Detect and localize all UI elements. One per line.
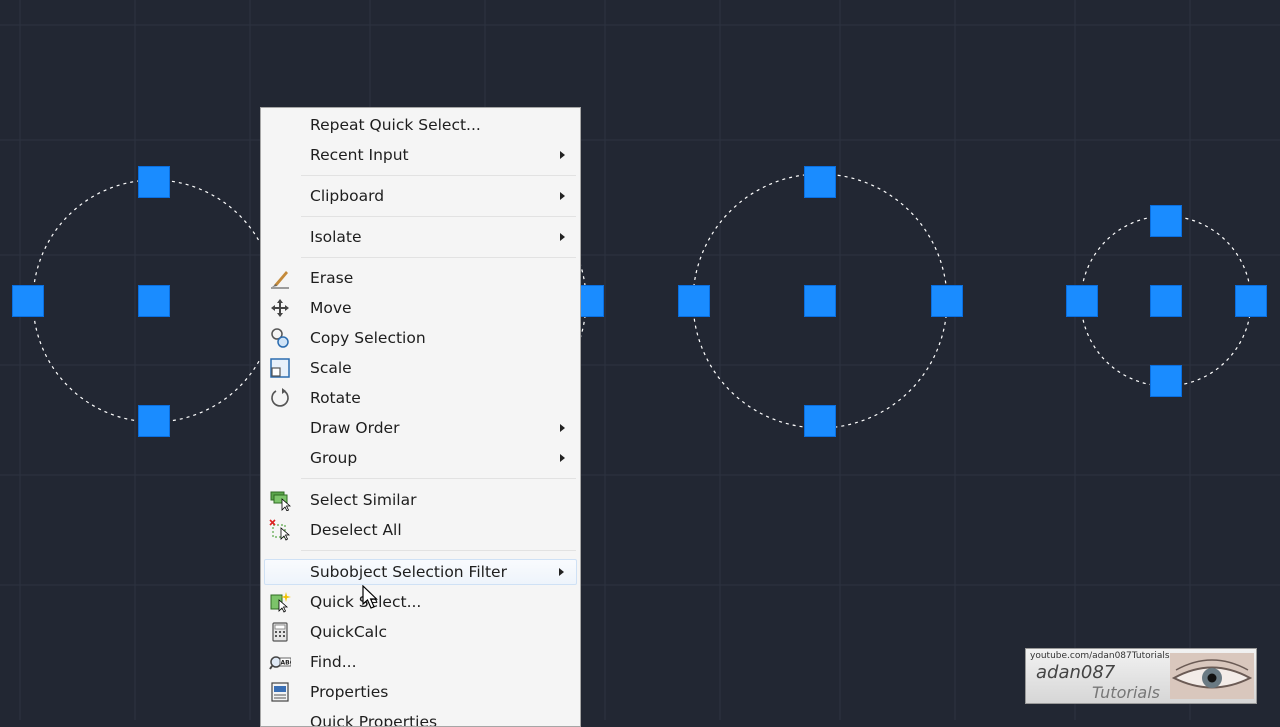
properties-icon: [269, 681, 291, 703]
submenu-arrow-icon: [560, 424, 565, 432]
menu-separator: [301, 257, 576, 258]
submenu-arrow-icon: [560, 192, 565, 200]
submenu-arrow-icon: [560, 233, 565, 241]
menu-item-rotate[interactable]: Rotate: [264, 385, 577, 411]
menu-item-label: Subobject Selection Filter: [310, 563, 507, 581]
grip-handle[interactable]: [1150, 205, 1182, 237]
grip-handle[interactable]: [12, 285, 44, 317]
watermark-subtitle: Tutorials: [1092, 683, 1160, 702]
menu-item-label: Select Similar: [310, 491, 417, 509]
menu-separator: [301, 478, 576, 479]
grip-handle[interactable]: [138, 405, 170, 437]
menu-item-recent-input[interactable]: Recent Input: [264, 142, 577, 168]
grip-handle[interactable]: [138, 285, 170, 317]
context-menu: Repeat Quick Select... Recent Input Clip…: [260, 107, 581, 727]
menu-item-label: Group: [310, 449, 358, 467]
grip-handle[interactable]: [1235, 285, 1267, 317]
grip-handle[interactable]: [804, 405, 836, 437]
select-similar-icon: [269, 489, 291, 511]
menu-item-label: Deselect All: [310, 521, 402, 539]
scale-icon: [269, 357, 291, 379]
quick-select-icon: [269, 591, 291, 613]
grip-handle[interactable]: [1150, 285, 1182, 317]
menu-item-label: Erase: [310, 269, 354, 287]
menu-item-label: Properties: [310, 683, 389, 701]
menu-item-label: Find...: [310, 653, 357, 671]
menu-item-label: Draw Order: [310, 419, 400, 437]
menu-item-subobject-selection-filter[interactable]: Subobject Selection Filter: [264, 559, 577, 585]
menu-item-select-similar[interactable]: Select Similar: [264, 487, 577, 513]
grip-handle[interactable]: [138, 166, 170, 198]
menu-item-quickcalc[interactable]: QuickCalc: [264, 619, 577, 645]
menu-item-label: Repeat Quick Select...: [310, 116, 481, 134]
menu-separator: [301, 550, 576, 551]
menu-item-deselect-all[interactable]: Deselect All: [264, 517, 577, 543]
menu-item-group[interactable]: Group: [264, 445, 577, 471]
grip-handle[interactable]: [804, 166, 836, 198]
menu-item-label: Move: [310, 299, 352, 317]
drawing-canvas[interactable]: [0, 0, 1280, 720]
copy-selection-icon: [269, 327, 291, 349]
mouse-cursor-icon: [362, 584, 382, 611]
menu-item-isolate[interactable]: Isolate: [264, 224, 577, 250]
menu-item-properties[interactable]: Properties: [264, 679, 577, 705]
menu-separator: [301, 175, 576, 176]
svg-text:ABC: ABC: [281, 660, 292, 667]
watermark: youtube.com/adan087Tutorials adan087 Tut…: [1025, 648, 1257, 704]
menu-item-label: Recent Input: [310, 146, 409, 164]
grip-handle[interactable]: [1066, 285, 1098, 317]
menu-item-copy-selection[interactable]: Copy Selection: [264, 325, 577, 351]
menu-item-label: Isolate: [310, 228, 362, 246]
submenu-arrow-icon: [560, 454, 565, 462]
grip-handle[interactable]: [1150, 365, 1182, 397]
grip-handle[interactable]: [804, 285, 836, 317]
eye-image: [1170, 653, 1254, 699]
eraser-icon: [269, 267, 291, 289]
menu-item-label: Copy Selection: [310, 329, 426, 347]
grip-handle[interactable]: [931, 285, 963, 317]
menu-item-move[interactable]: Move: [264, 295, 577, 321]
menu-item-quick-select[interactable]: Quick Select...: [264, 589, 577, 615]
watermark-name: adan087: [1036, 662, 1116, 683]
menu-item-clipboard[interactable]: Clipboard: [264, 183, 577, 209]
menu-item-find[interactable]: ABC Find...: [264, 649, 577, 675]
menu-item-quick-properties[interactable]: Quick Properties: [264, 709, 577, 726]
menu-item-label: Scale: [310, 359, 352, 377]
menu-item-erase[interactable]: Erase: [264, 265, 577, 291]
watermark-url: youtube.com/adan087Tutorials: [1030, 651, 1170, 661]
menu-item-scale[interactable]: Scale: [264, 355, 577, 381]
move-icon: [269, 297, 291, 319]
grip-handle[interactable]: [678, 285, 710, 317]
rotate-icon: [269, 387, 291, 409]
menu-item-label: Rotate: [310, 389, 361, 407]
menu-item-draw-order[interactable]: Draw Order: [264, 415, 577, 441]
menu-item-label: QuickCalc: [310, 623, 387, 641]
drawing-geometry: [0, 0, 1280, 720]
calculator-icon: [269, 621, 291, 643]
menu-separator: [301, 216, 576, 217]
menu-item-label: Clipboard: [310, 187, 385, 205]
find-text-icon: ABC: [269, 651, 291, 673]
deselect-all-icon: [269, 519, 291, 541]
submenu-arrow-icon: [560, 151, 565, 159]
submenu-arrow-icon: [559, 568, 564, 576]
menu-item-repeat-quick-select[interactable]: Repeat Quick Select...: [264, 112, 577, 138]
